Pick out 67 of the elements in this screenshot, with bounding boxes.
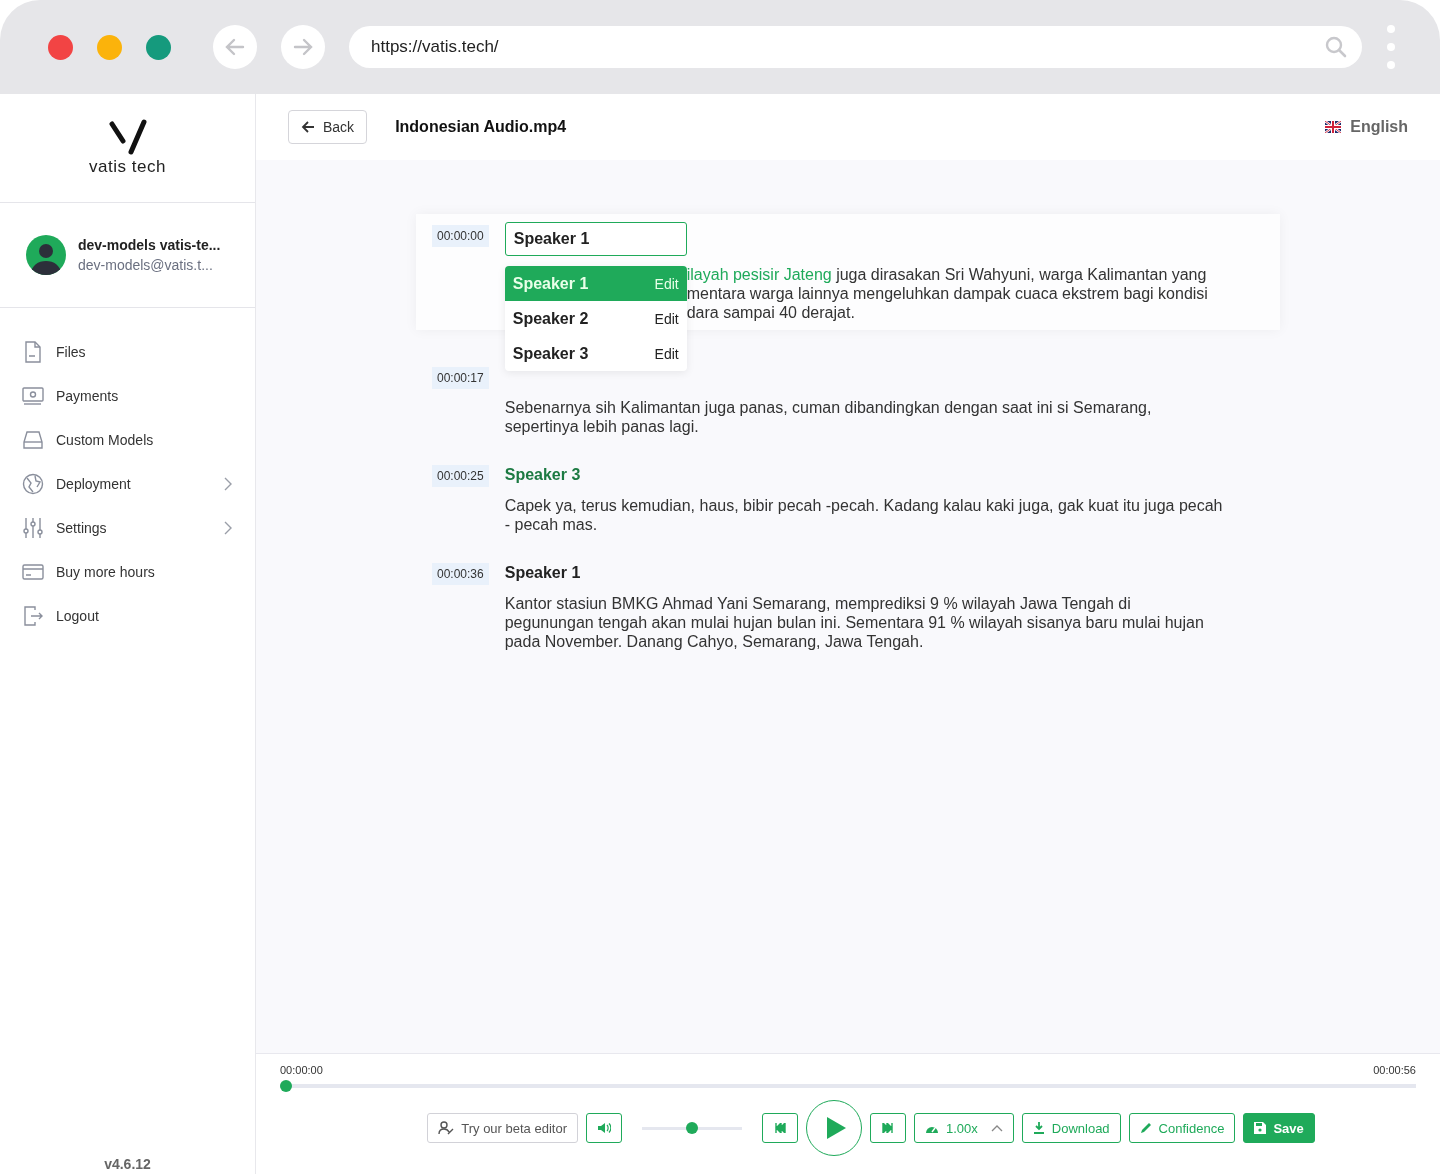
sliders-icon xyxy=(21,516,45,540)
user-name: dev-models vatis-te... xyxy=(78,237,221,253)
sidebar-item[interactable]: Deployment xyxy=(0,462,255,506)
transcript-line: mentara warga lainnya mengeluhkan dampak cuaca ekstrem bagi kondisi xyxy=(686,284,1209,303)
transcript-text: Sebenarnya sih Kalimantan juga panas, cuman dibandingkan dengan saat ini si Semarang, sepertinya lebih panas lagi. xyxy=(504,398,1153,436)
window-control[interactable] xyxy=(48,34,73,60)
search-icon xyxy=(1324,35,1348,59)
language-selector[interactable]: English xyxy=(1325,118,1408,136)
drive-icon xyxy=(21,428,45,452)
speaker-icon xyxy=(596,1122,611,1134)
file-title: Indonesian Audio.mp4 xyxy=(395,118,568,136)
speaker-option[interactable]: Speaker 2 Edit xyxy=(504,301,687,336)
skip-forward-icon xyxy=(881,1123,894,1133)
chevron-up-icon xyxy=(990,1124,1003,1132)
speaker-option[interactable]: Speaker 3 Edit xyxy=(504,336,687,371)
transcript-line: dara sampai 40 derajat. xyxy=(686,303,856,322)
arrow-left-icon xyxy=(301,120,315,134)
forward-nav-button[interactable] xyxy=(281,25,325,69)
editor-icon xyxy=(438,1121,455,1135)
window-control[interactable] xyxy=(146,34,171,60)
sidebar-item[interactable]: Settings xyxy=(0,506,255,550)
pencil-icon xyxy=(1139,1122,1152,1134)
chevron-right-icon xyxy=(223,476,233,492)
speaker-name[interactable]: Speaker 1 xyxy=(504,560,1264,586)
sidebar-item[interactable]: Custom Models xyxy=(0,418,255,462)
logo-text: vatis tech xyxy=(89,157,166,177)
avatar-icon xyxy=(26,235,66,275)
more-icon xyxy=(1386,24,1396,70)
speaker-input[interactable]: Speaker 1 xyxy=(504,222,687,256)
address-bar[interactable]: https://vatis.tech/ xyxy=(349,26,1362,68)
transcript-line: ilayah pesisir Jateng juga dirasakan Sri Wahyuni, warga Kalimantan yang xyxy=(686,265,1208,284)
globe-icon xyxy=(21,472,45,496)
volume-button[interactable] xyxy=(585,1113,622,1143)
back-nav-button[interactable] xyxy=(213,25,257,69)
previous-button[interactable] xyxy=(761,1113,798,1143)
edit-link[interactable]: Edit xyxy=(654,345,679,362)
current-time: 00:00:00 xyxy=(280,1064,323,1076)
logo-icon xyxy=(107,119,148,155)
banknote-icon xyxy=(21,384,45,408)
volume-thumb[interactable] xyxy=(685,1122,698,1134)
flag-icon xyxy=(1325,121,1342,133)
beta-editor-button[interactable]: Try our beta editor xyxy=(427,1113,578,1143)
timestamp[interactable]: 00:00:17 xyxy=(432,367,489,389)
seek-thumb[interactable] xyxy=(280,1080,292,1092)
logout-icon xyxy=(21,604,45,628)
version-label: v4.6.12 xyxy=(103,1156,152,1174)
duration-time: 00:00:56 xyxy=(1373,1064,1416,1076)
timestamp[interactable]: 00:00:00 xyxy=(432,225,489,247)
sidebar-item[interactable]: Files xyxy=(0,330,255,374)
url-text: https://vatis.tech/ xyxy=(371,37,499,57)
timestamp[interactable]: 00:00:36 xyxy=(432,563,489,585)
chevron-right-icon xyxy=(223,520,233,536)
transcript-text: Capek ya, terus kemudian, haus, bibir pecah -pecah. Kadang kalau kaki juga, gak kuat itu juga pecah - pecah mas. xyxy=(504,496,1224,534)
download-icon xyxy=(1032,1122,1045,1134)
floppy-icon xyxy=(1254,1122,1267,1134)
transcript-text: Kantor stasiun BMKG Ahmad Yani Semarang, memprediksi 9 % wilayah Jawa Tengah di pegunungan tengah akan mulai hujan bulan ini. Sementara 91 % wilayah sisanya baru mulai hujan pada November. Danang Cahyo, Semarang, Jawa Tengah. xyxy=(504,594,1205,651)
sidebar-item[interactable]: Logout xyxy=(0,594,255,638)
play-icon xyxy=(824,1116,847,1140)
user-email: dev-models@vatis.t... xyxy=(78,257,214,273)
sidebar-item[interactable]: Buy more hours xyxy=(0,550,255,594)
back-button[interactable]: Back xyxy=(288,110,368,144)
skip-back-icon xyxy=(773,1123,786,1133)
sidebar-item[interactable]: Payments xyxy=(0,374,255,418)
speaker-name[interactable]: Speaker 3 xyxy=(504,462,1264,488)
next-button[interactable] xyxy=(869,1113,906,1143)
edit-link[interactable]: Edit xyxy=(654,310,679,327)
timestamp[interactable]: 00:00:25 xyxy=(432,465,489,487)
